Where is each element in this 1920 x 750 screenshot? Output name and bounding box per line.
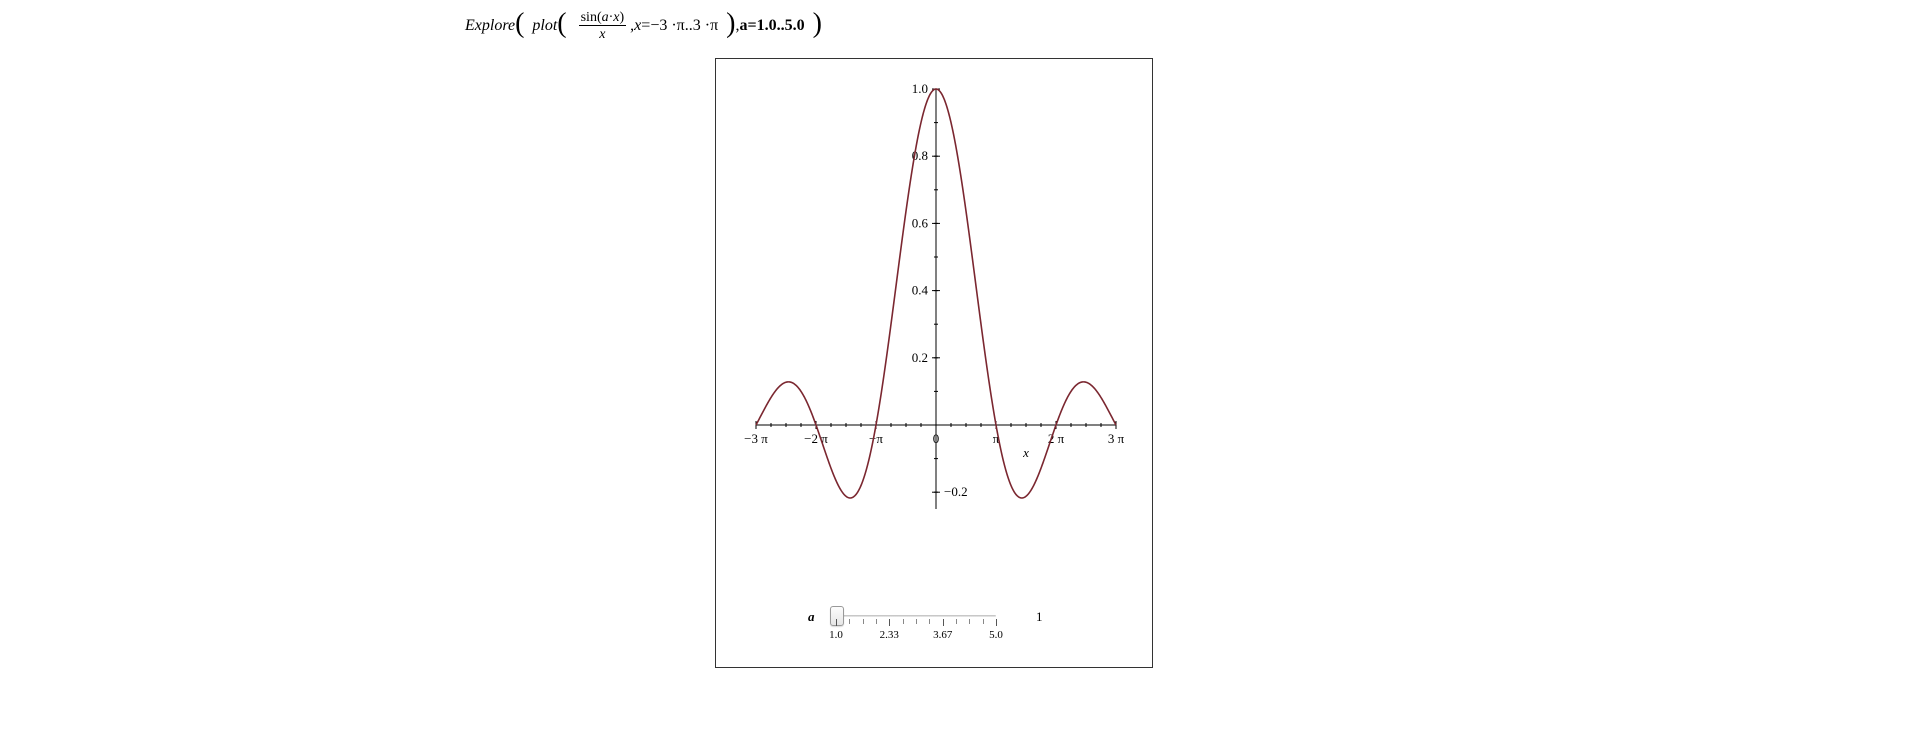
- plot-output-frame: −3 π−2 π−π0π2 π3 π−0.20.20.40.60.81.0x a…: [715, 58, 1153, 668]
- svg-text:0.2: 0.2: [912, 350, 928, 365]
- fn-explore: Explore: [465, 17, 515, 35]
- slider-tick-label: 3.67: [933, 629, 952, 641]
- slider-tick-label: 2.33: [880, 629, 899, 641]
- paren-open-2: (: [557, 10, 566, 38]
- svg-text:−0.2: −0.2: [944, 484, 968, 499]
- paren-close-1: ): [813, 10, 822, 38]
- fraction: sin(a·x) x: [579, 10, 627, 43]
- svg-text:0.6: 0.6: [912, 215, 929, 230]
- slider-tick-label: 1.0: [829, 629, 843, 641]
- plot-area[interactable]: −3 π−2 π−π0π2 π3 π−0.20.20.40.60.81.0x a…: [716, 59, 1152, 667]
- svg-text:x: x: [1022, 445, 1029, 460]
- input-expression: Explore ( plot ( sin(a·x) x , x = −3 ·π …: [465, 10, 822, 43]
- range-var: x: [634, 17, 641, 35]
- param-var: a: [739, 17, 747, 35]
- svg-text:1.0: 1.0: [912, 81, 928, 96]
- fn-plot: plot: [532, 17, 557, 35]
- parameter-slider: a 1 1.0 2.33 3.67 5.0: [808, 607, 1108, 657]
- svg-text:0: 0: [933, 431, 940, 446]
- plot-svg: −3 π−2 π−π0π2 π3 π−0.20.20.40.60.81.0x: [716, 59, 1152, 667]
- fraction-numerator: sin(a·x): [579, 10, 627, 25]
- svg-text:−π: −π: [869, 431, 883, 446]
- svg-text:3 π: 3 π: [1108, 431, 1125, 446]
- fraction-denominator: x: [599, 26, 605, 42]
- slider-label: a: [808, 609, 815, 625]
- svg-text:0.4: 0.4: [912, 283, 929, 298]
- svg-text:−2 π: −2 π: [804, 431, 828, 446]
- slider-tick-label: 5.0: [989, 629, 1003, 641]
- slider-track[interactable]: [836, 615, 996, 617]
- slider-value: 1: [1036, 609, 1043, 625]
- paren-open-1: (: [515, 10, 524, 38]
- slider-ticks: [836, 619, 996, 629]
- svg-text:−3 π: −3 π: [744, 431, 768, 446]
- paren-close-2: ): [726, 10, 735, 38]
